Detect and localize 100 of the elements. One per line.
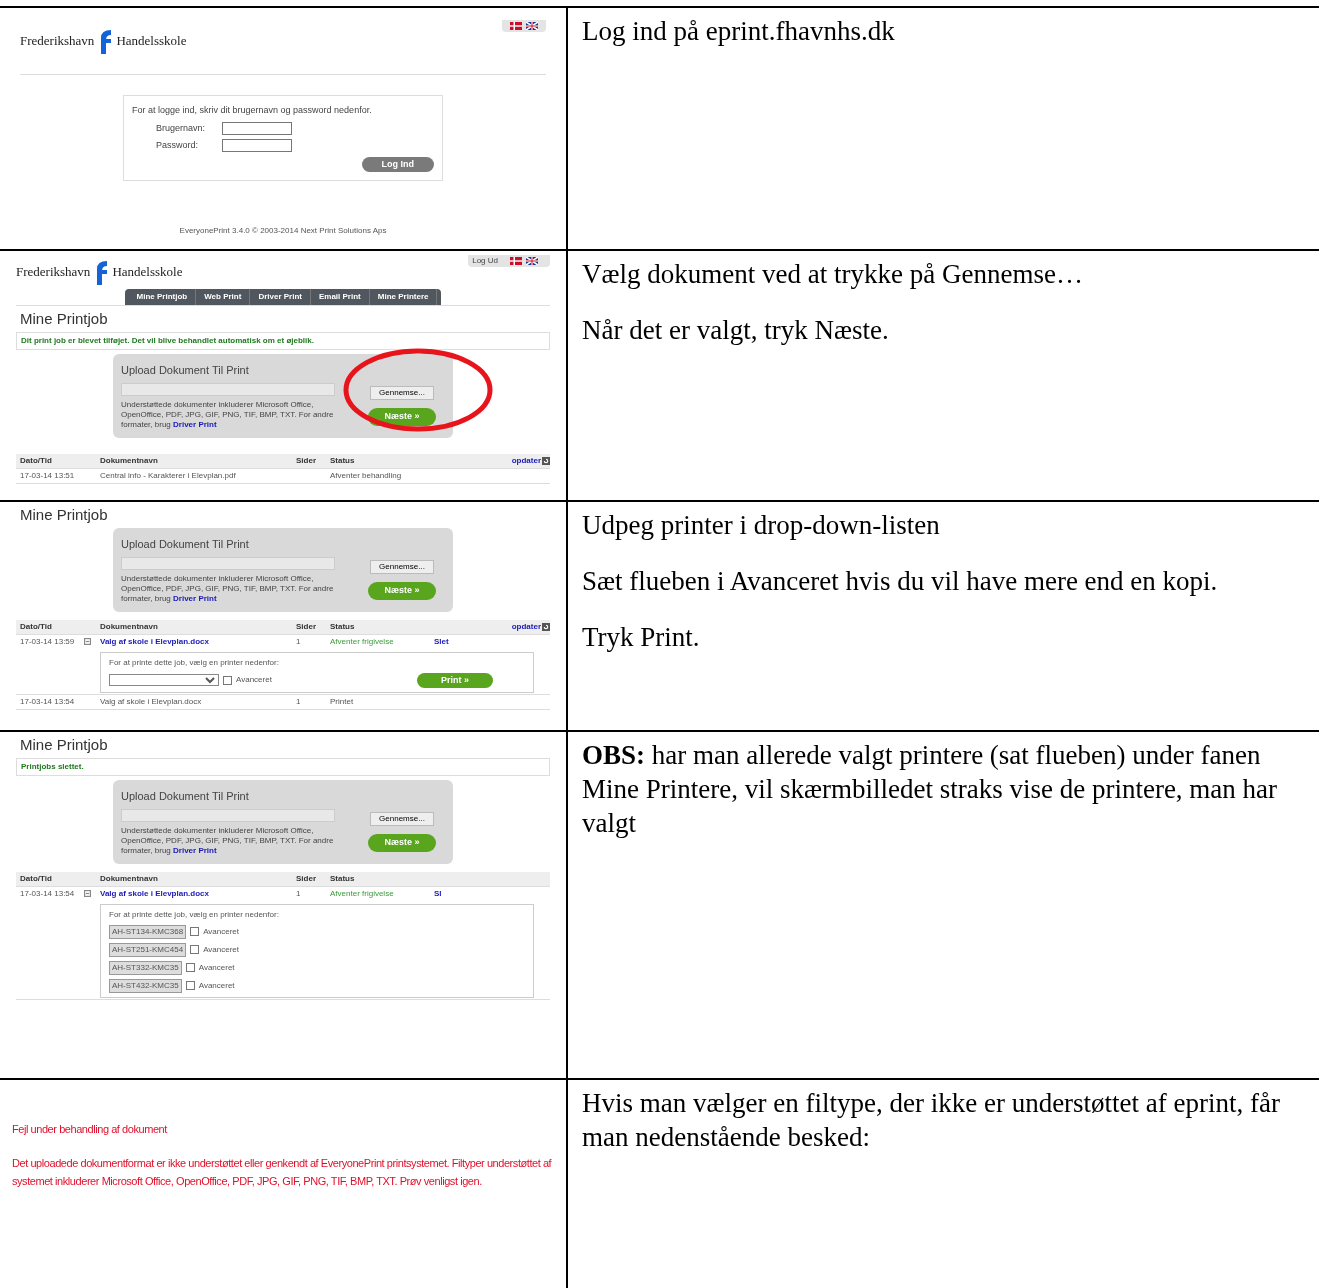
printer-button[interactable]: AH-ST432-KMC35 [109,978,182,993]
checkbox-label: Avanceret [198,979,235,992]
file-field[interactable] [121,556,335,570]
checkbox[interactable] [190,945,200,954]
logo-text: Frederikshavn [16,263,91,282]
checkbox[interactable] [223,675,232,685]
collapse-icon[interactable] [84,890,91,897]
table-cell: 1 [296,888,301,898]
column-header: Dokumentnavn [100,454,159,467]
driver-print-link[interactable]: Driver Print [173,593,217,603]
checkbox-label: Avanceret [236,674,272,687]
column-header: Dato/Tid [19,454,53,467]
refresh-icon[interactable] [542,456,550,465]
nav-tab[interactable]: Email Print [310,289,370,305]
browse-button[interactable]: Gennemse... [370,812,434,826]
logo-text: Handelsskole [116,32,187,51]
printer-button[interactable]: AH-ST251-KMC454 [109,942,187,957]
instruction-text: OBS: har man allerede valgt printere (sat flueben) under fanen Mine Printere, vil skærmbilledet straks vise de printere, man har valgt [582,739,1279,840]
british-flag-icon[interactable] [526,22,538,30]
table-cell-text: 17-03-14 13:59 [19,635,76,648]
instruction-text: Sæt flueben i Avanceret hvis du vil have mere end en kopi. [582,565,1219,598]
login-button[interactable]: Log Ind [361,156,434,172]
nav-tab[interactable]: Web Print [196,289,251,305]
upload-title: Upload Dokument Til Print [121,789,250,804]
login-prompt: For at logge ind, skriv dit brugernavn og password nedenfor. [132,104,373,117]
checkbox[interactable] [190,927,200,936]
refresh-link[interactable]: opdater [511,454,541,467]
column-header: Dokumentnavn [100,620,159,633]
column-header: Dokumentnavn [100,872,159,885]
column-header: Sider [296,454,317,467]
page-heading: Mine Printjob [19,736,109,754]
printer-dropdown[interactable] [109,674,219,687]
logo-icon [94,259,109,285]
job-status: Afventer frigivelse [330,636,394,646]
nav-tab[interactable]: Driver Print [250,289,311,305]
error-message: Det uploadede dokumentformat er ikke understøttet eller genkendt af EveryonePrint printsystemet. Filtyper understøttet af systemet inkluderer Microsoft Office, OpenOffice, PDF, JPG, GIF, PNG, TIF, BMP, TXT. Prøv venligst igen. [12,1156,553,1189]
instruction-text: Hvis man vælger en filtype, der ikke er understøttet af eprint, får man nedenstående besked: [582,1087,1282,1154]
detail-prompt: For at printe dette job, vælg en printer nedenfor: [109,656,280,669]
column-header: Sider [296,872,317,885]
file-field[interactable] [121,382,335,396]
error-title: Fejl under behandling af dokument [12,1122,169,1137]
delete-link[interactable]: Slet [434,635,449,648]
footer-text: EveryonePrint 3.4.0 © 2003-2014 Next Print Solutions Aps [179,225,387,237]
driver-print-link[interactable]: Driver Print [173,845,217,855]
table-cell-text: 17-03-14 13:54 [19,887,76,900]
document-name: Central info - Karakterer i Elevplan.pdf [100,470,236,480]
upload-title: Upload Dokument Til Print [121,363,250,378]
document-name[interactable]: Valg af skole i Elevplan.docx [100,636,209,646]
browse-button[interactable]: Gennemse... [370,386,434,400]
instruction-text: Tryk Print. [582,621,701,654]
job-status: Printet [330,697,354,706]
logo-text: Frederikshavn [20,32,95,51]
column-header: Status [330,454,356,467]
instruction-text: Vælg dokument ved at trykke på Gennemse… [582,258,1084,291]
browse-button[interactable]: Gennemse... [370,560,434,574]
table-cell-text: 17-03-14 13:51 [19,469,76,482]
page-heading: Mine Printjob [19,310,109,328]
instruction-text: Log ind på eprint.fhavnhs.dk [582,15,896,48]
supported-formats-text: Understøttede dokumenter inkluderer Microsoft Office, OpenOffice, PDF, JPG, GIF, PNG, TIF, BMP, TXT. For andre formater, brug Driver Print [121,399,335,430]
column-header: Status [330,620,356,633]
text-field[interactable] [222,139,292,153]
instruction-text: Når det er valgt, tryk Næste. [582,314,890,347]
upload-title: Upload Dokument Til Print [121,537,250,552]
british-flag-icon[interactable] [526,257,538,265]
text-field[interactable] [222,121,292,135]
supported-formats-text: Understøttede dokumenter inkluderer Microsoft Office, OpenOffice, PDF, JPG, GIF, PNG, TIF, BMP, TXT. For andre formater, brug Driver Print [121,573,335,604]
column-header: Status [330,872,356,885]
status-message: Dit print job er blevet tilføjet. Det vil blive behandlet automatisk om et øjeblik. [16,332,550,350]
document-name: Valg af skole i Elevplan.docx [100,697,202,706]
logo-icon [98,28,113,54]
nav-tab[interactable]: Mine Printjob [128,289,197,305]
printer-button[interactable]: AH-ST332-KMC35 [109,960,182,975]
danish-flag-icon[interactable] [510,257,522,265]
refresh-icon[interactable] [542,622,550,631]
detail-prompt: For at printe dette job, vælg en printer nedenfor: [109,908,280,921]
checkbox-label: Avanceret [203,925,239,938]
refresh-link[interactable]: opdater [511,620,541,633]
column-header: Sider [296,620,317,633]
checkbox[interactable] [185,963,195,972]
nav-tab[interactable]: Mine Printere [369,289,438,305]
table-cell: 1 [296,697,301,706]
checkbox-label: Avanceret [203,943,239,956]
printer-button[interactable]: AH-ST134-KMC368 [109,924,187,939]
delete-link[interactable]: Sl [434,887,442,900]
driver-print-link[interactable]: Driver Print [173,419,217,429]
checkbox-label: Avanceret [198,961,235,974]
field-label: Password: [156,139,200,152]
logo-text: Handelsskole [112,263,183,282]
table-cell: 1 [296,636,301,646]
file-field[interactable] [121,808,335,822]
danish-flag-icon[interactable] [510,22,522,30]
job-status: Afventer frigivelse [330,888,394,898]
supported-formats-text: Understøttede dokumenter inkluderer Microsoft Office, OpenOffice, PDF, JPG, GIF, PNG, TIF, BMP, TXT. For andre formater, brug Driver Print [121,825,335,856]
status-message: Printjobs slettet. [16,758,550,776]
checkbox[interactable] [185,981,195,990]
table-cell-text: 17-03-14 13:54 [19,696,76,708]
column-header: Dato/Tid [19,872,53,885]
instruction-text: Udpeg printer i drop-down-listen [582,509,941,542]
collapse-icon[interactable] [84,638,91,645]
document-name[interactable]: Valg af skole i Elevplan.docx [100,888,209,898]
